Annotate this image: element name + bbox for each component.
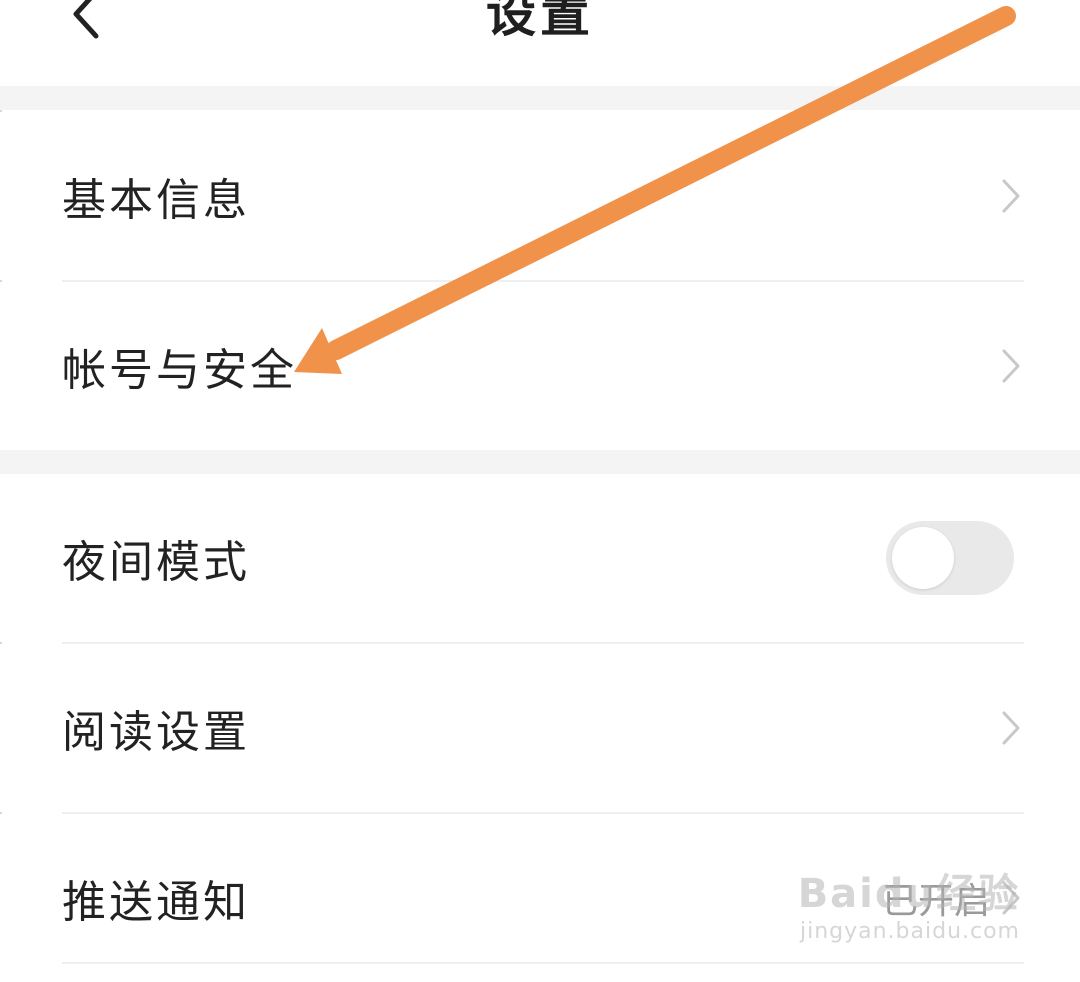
settings-item-reading-settings[interactable]: 阅读设置 bbox=[0, 644, 1080, 812]
toggle-knob bbox=[892, 527, 954, 589]
settings-item-label: 阅读设置 bbox=[62, 707, 250, 758]
settings-item-account-security[interactable]: 帐号与安全 bbox=[0, 282, 1080, 450]
chevron-right-icon bbox=[1000, 709, 1022, 747]
section-gap bbox=[0, 86, 1080, 110]
section-gap bbox=[0, 450, 1080, 474]
header-bar: 设置 bbox=[0, 0, 1080, 86]
chevron-right-icon bbox=[1000, 347, 1022, 385]
settings-item-push-notifications[interactable]: 推送通知 已开启 bbox=[0, 814, 1080, 982]
settings-item-night-mode: 夜间模式 bbox=[0, 474, 1080, 642]
night-mode-toggle[interactable] bbox=[886, 521, 1014, 595]
settings-item-label: 夜间模式 bbox=[62, 537, 250, 588]
chevron-right-icon bbox=[1000, 879, 1022, 917]
push-notifications-status: 已开启 bbox=[881, 881, 990, 922]
chevron-right-icon bbox=[1000, 177, 1022, 215]
divider bbox=[62, 962, 1024, 964]
settings-item-basic-info[interactable]: 基本信息 bbox=[0, 112, 1080, 280]
settings-item-label: 帐号与安全 bbox=[62, 345, 297, 396]
page-title: 设置 bbox=[486, 0, 594, 43]
settings-item-label: 基本信息 bbox=[62, 175, 250, 226]
settings-item-label: 推送通知 bbox=[62, 877, 250, 928]
